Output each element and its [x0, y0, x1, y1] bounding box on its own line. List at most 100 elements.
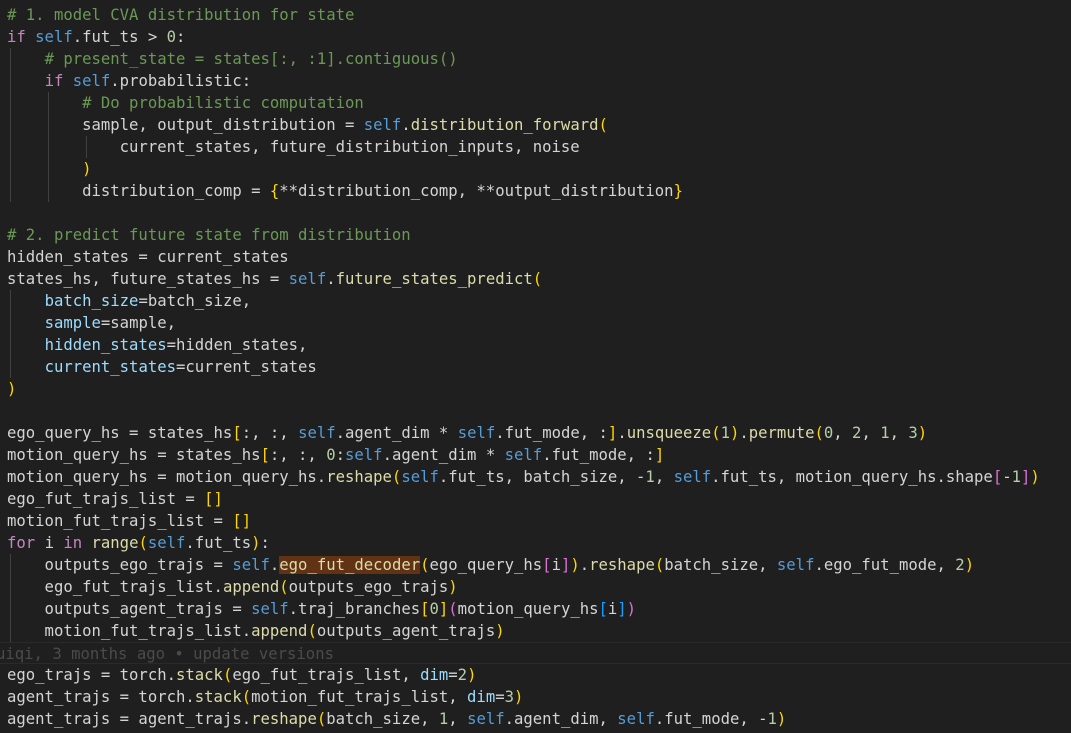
code-token: 0 [823, 424, 834, 442]
code-token: self [288, 270, 327, 288]
code-line[interactable]: motion_fut_trajs_list.append(outputs_age… [0, 620, 1071, 642]
code-token: ] [438, 600, 449, 618]
code-token: motion_query_hs = motion_query_hs. [7, 468, 327, 486]
code-token: .agent_dim * [382, 446, 505, 464]
code-token: =current_states [176, 358, 317, 376]
code-token: i [44, 534, 64, 552]
code-token: outputs_ego_trajs = [7, 556, 233, 574]
code-token: . [579, 556, 590, 574]
code-line[interactable]: outputs_agent_trajs = self.traj_branches… [0, 598, 1071, 620]
code-token: ] [654, 446, 665, 464]
code-line[interactable]: motion_fut_trajs_list = [] [0, 510, 1071, 532]
code-line[interactable]: outputs_ego_trajs = self.ego_fut_decoder… [0, 554, 1071, 576]
code-token: motion_query_hs [457, 600, 599, 618]
code-token: ( [307, 622, 317, 640]
code-token: ( [654, 556, 665, 574]
code-line[interactable]: sample=sample, [0, 312, 1071, 334]
code-line[interactable]: agent_trajs = agent_trajs.reshape(batch_… [0, 708, 1071, 730]
code-token: , [889, 424, 909, 442]
code-token: , [654, 468, 674, 486]
code-token: , [448, 710, 468, 728]
code-token: 0 [326, 446, 336, 464]
code-line[interactable]: ) [0, 158, 1071, 180]
code-token: future_states_predict [335, 270, 533, 288]
code-token: =sample, [100, 314, 177, 332]
code-token: # present_state = states[:, :1].contiguo… [44, 50, 458, 68]
code-token: ego_fut_trajs_list. [7, 578, 223, 596]
code-line[interactable]: current_states=current_states [0, 356, 1071, 378]
code-token: .fut_ts > [72, 28, 167, 46]
code-line[interactable]: if self.probabilistic: [0, 70, 1071, 92]
code-token: ( [241, 688, 252, 706]
code-token: # Do probabilistic computation [82, 94, 364, 112]
code-line[interactable]: motion_query_hs = states_hs[:, :, 0:self… [0, 444, 1071, 466]
code-line[interactable]: ego_fut_trajs_list = [] [0, 488, 1071, 510]
code-token: , [833, 424, 853, 442]
code-token: self [673, 468, 712, 486]
code-token: = [495, 688, 505, 706]
code-token: [ [992, 468, 1003, 486]
code-token: ( [222, 666, 233, 684]
code-token: unsqueeze [626, 424, 712, 442]
code-token: if [44, 72, 73, 90]
code-token: self [401, 468, 439, 486]
code-line[interactable]: ego_query_hs = states_hs[:, :, self.agen… [0, 422, 1071, 444]
code-token: .agent_dim, [504, 710, 618, 728]
code-token: dim [420, 666, 449, 684]
code-token: ego_trajs = torch. [7, 666, 176, 684]
code-token: 2 [457, 666, 468, 684]
code-token: [ [542, 556, 552, 574]
code-editor[interactable]: # 1. model CVA distribution for state if … [0, 0, 1071, 733]
code-line[interactable]: sample, output_distribution = self.distr… [0, 114, 1071, 136]
code-token: # 1. model CVA distribution for state [7, 6, 355, 24]
code-token: 1 [767, 710, 777, 728]
code-token: - [1002, 468, 1012, 486]
code-token: outputs_ego_trajs [288, 578, 449, 596]
code-line[interactable]: # Do probabilistic computation [0, 92, 1071, 114]
git-blame-annotation: uiqi, 3 months ago • update versions [0, 642, 1071, 664]
code-token: i [551, 556, 561, 574]
code-token: append [222, 578, 280, 596]
code-line[interactable]: current_states, future_distribution_inpu… [0, 136, 1071, 158]
code-line[interactable]: ego_trajs = torch.stack(ego_fut_trajs_li… [0, 664, 1071, 686]
code-line[interactable]: states_hs, future_states_hs = self.futur… [0, 268, 1071, 290]
code-token: for [7, 534, 45, 552]
code-line[interactable]: # present_state = states[:, :1].contiguo… [0, 48, 1071, 70]
code-token: ( [532, 270, 543, 288]
code-line[interactable]: for i in range(self.fut_ts): [0, 532, 1071, 554]
code-token: = [448, 666, 458, 684]
code-token: self [617, 710, 655, 728]
code-token: , [861, 424, 881, 442]
code-token: motion_query_hs = states_hs [7, 446, 261, 464]
code-token: : [260, 534, 270, 552]
code-token: reshape [326, 468, 392, 486]
code-token: **distribution_comp, **output_distributi… [279, 182, 674, 200]
code-line[interactable]: hidden_states=hidden_states, [0, 334, 1071, 356]
code-token: [ [598, 600, 608, 618]
code-line[interactable]: batch_size=batch_size, [0, 290, 1071, 312]
code-token: in [63, 534, 92, 552]
code-line[interactable]: # 2. predict future state from distribut… [0, 224, 1071, 246]
code-token: range [91, 534, 139, 552]
code-line[interactable] [0, 400, 1071, 422]
code-line[interactable]: # 1. model CVA distribution for state [0, 4, 1071, 26]
code-token: ] [617, 600, 627, 618]
code-token: ego_query_hs = states_hs [7, 424, 233, 442]
code-line[interactable]: hidden_states = current_states [0, 246, 1071, 268]
code-token: ( [138, 534, 148, 552]
code-line[interactable] [0, 202, 1071, 224]
code-line[interactable]: motion_query_hs = motion_query_hs.reshap… [0, 466, 1071, 488]
code-token: self [72, 72, 111, 90]
code-line[interactable]: ) [0, 378, 1071, 400]
code-line[interactable]: ego_fut_trajs_list.append(outputs_ego_tr… [0, 576, 1071, 598]
code-line[interactable]: agent_trajs = torch.stack(motion_fut_tra… [0, 686, 1071, 708]
code-token: ] [1020, 468, 1031, 486]
code-token: append [251, 622, 308, 640]
code-line[interactable]: if self.fut_ts > 0: [0, 26, 1071, 48]
code-line[interactable]: distribution_comp = {**distribution_comp… [0, 180, 1071, 202]
code-token: stack [194, 688, 242, 706]
